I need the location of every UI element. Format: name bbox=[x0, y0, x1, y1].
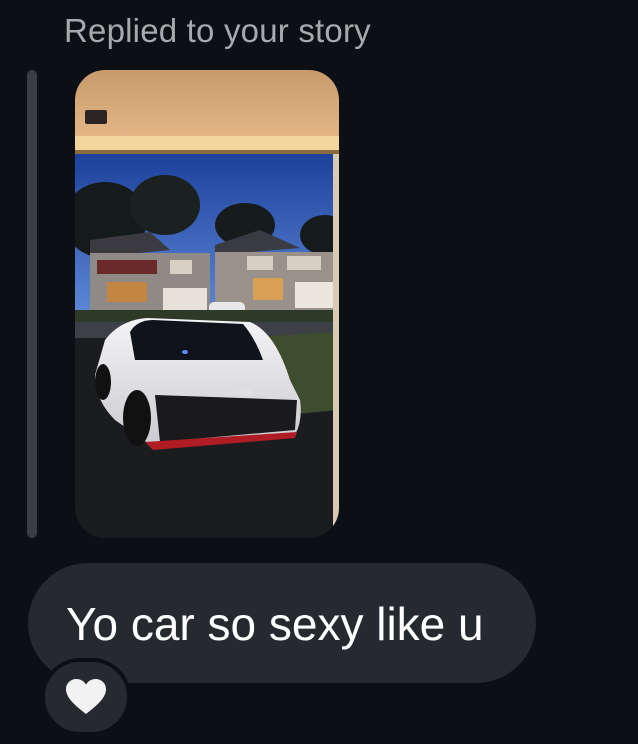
story-reply-header: Replied to your story bbox=[64, 12, 371, 49]
message-text: Yo car so sexy like u bbox=[66, 598, 484, 650]
white-heart-icon bbox=[66, 679, 106, 714]
story-photo-image bbox=[75, 70, 339, 538]
story-reply-bar bbox=[27, 70, 37, 538]
reaction-badge[interactable] bbox=[41, 658, 131, 736]
story-thumbnail[interactable] bbox=[75, 70, 339, 538]
